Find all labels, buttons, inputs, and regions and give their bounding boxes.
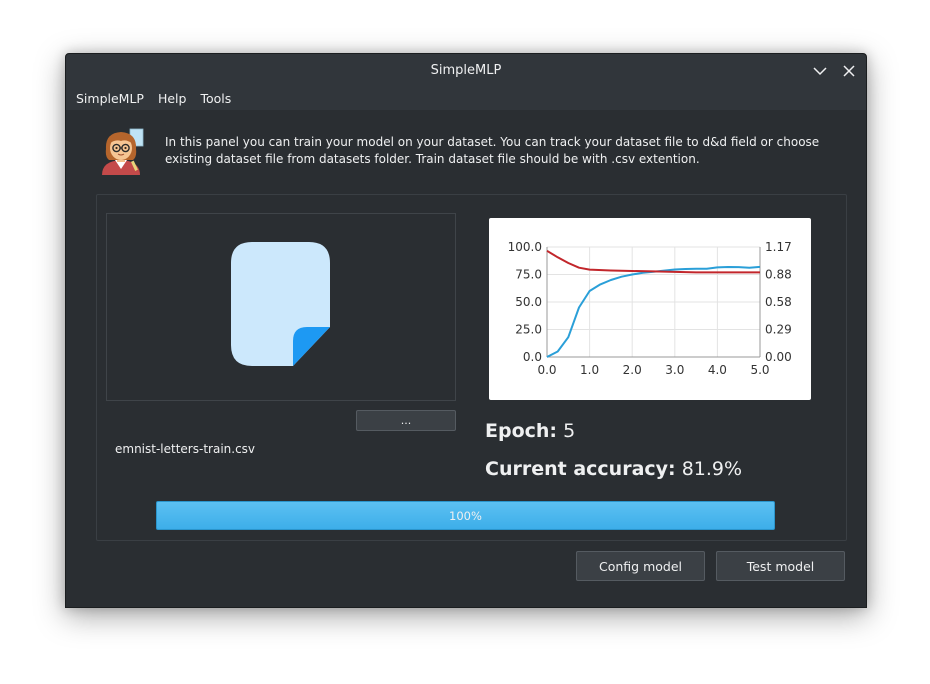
y-right-tick-label: 0.29 — [765, 323, 792, 337]
progress-label: 100% — [449, 508, 482, 523]
y-right-tick-label: 0.88 — [765, 268, 792, 282]
accuracy-stat: Current accuracy: 81.9% — [485, 458, 742, 480]
browse-button[interactable]: ... — [356, 410, 456, 431]
menu-simplemlp[interactable]: SimpleMLP — [66, 91, 151, 106]
y-left-tick-label: 50.0 — [515, 295, 542, 309]
minimize-button[interactable] — [810, 61, 830, 81]
x-tick-label: 4.0 — [708, 363, 727, 377]
close-icon — [843, 65, 855, 77]
x-tick-label: 1.0 — [580, 363, 599, 377]
test-model-button[interactable]: Test model — [716, 551, 845, 581]
window-title: SimpleMLP — [430, 63, 502, 78]
x-tick-label: 2.0 — [623, 363, 642, 377]
error-series-line — [546, 249, 760, 274]
app-window: SimpleMLP SimpleMLP Help Tools In this p… — [65, 53, 867, 608]
file-icon — [231, 242, 330, 366]
training-chart-svg: 0.0 1.0 2.0 3.0 4.0 5.0 0.0 25.0 50.0 75.0 100.0 0.… — [508, 240, 792, 377]
y-left-tick-label: 25.0 — [515, 323, 542, 337]
y-left-tick-label: 0.0 — [523, 350, 542, 364]
config-model-button[interactable]: Config model — [576, 551, 705, 581]
epoch-value: 5 — [563, 420, 576, 442]
x-tick-label: 3.0 — [665, 363, 684, 377]
training-chart: 0.0 1.0 2.0 3.0 4.0 5.0 0.0 25.0 50.0 75.0 100.0 0.… — [489, 218, 811, 400]
accuracy-label: Current accuracy: — [485, 458, 676, 480]
x-tick-label: 5.0 — [750, 363, 769, 377]
accuracy-series-line — [546, 265, 761, 358]
menu-bar: SimpleMLP Help Tools — [66, 87, 866, 110]
epoch-stat: Epoch: 5 — [485, 420, 575, 442]
y-right-tick-label: 1.17 — [765, 240, 792, 254]
y-left-tick-label: 75.0 — [515, 268, 542, 282]
close-button[interactable] — [839, 61, 859, 81]
x-tick-label: 0.0 — [537, 363, 556, 377]
training-progress-bar: 100% — [156, 501, 775, 530]
y-right-tick-label: 0.00 — [765, 350, 792, 364]
info-text: In this panel you can train your model o… — [165, 135, 820, 166]
accuracy-value: 81.9% — [681, 458, 743, 480]
menu-help[interactable]: Help — [151, 91, 194, 106]
y-right-tick-label: 0.58 — [765, 295, 792, 309]
y-left-tick-label: 100.0 — [508, 240, 542, 254]
chevron-down-icon — [813, 67, 827, 76]
teacher-emoji-icon — [102, 128, 144, 175]
dataset-filename: emnist-letters-train.csv — [115, 442, 256, 456]
title-bar[interactable]: SimpleMLP — [66, 54, 866, 87]
menu-tools[interactable]: Tools — [193, 91, 238, 106]
epoch-label: Epoch: — [485, 420, 558, 442]
dataset-drop-area[interactable] — [106, 213, 456, 401]
